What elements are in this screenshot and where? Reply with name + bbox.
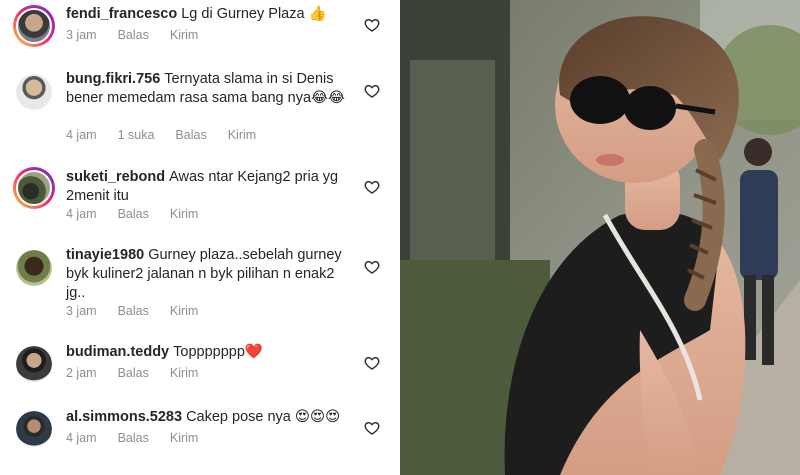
send-button[interactable]: Kirim	[170, 431, 198, 445]
comment-time: 3 jam	[66, 304, 97, 318]
comment-text: bung.fikri.756 Ternyata slama in si Denis…	[66, 70, 356, 108]
comment-text: al.simmons.5283 Cakep pose nya 😍😍😍	[66, 408, 356, 427]
comment-time: 2 jam	[66, 366, 97, 380]
avatar[interactable]	[16, 411, 52, 447]
like-heart-icon[interactable]	[364, 259, 380, 275]
avatar[interactable]	[16, 250, 52, 286]
reply-button[interactable]: Balas	[175, 128, 206, 142]
avatar[interactable]	[13, 5, 55, 47]
comment-text: fendi_francesco Lg di Gurney Plaza 👍	[66, 5, 356, 24]
reply-button[interactable]: Balas	[118, 28, 149, 42]
avatar[interactable]	[16, 74, 52, 110]
comment-meta: 2 jam Balas Kirim	[66, 366, 219, 380]
comment-body: Toppppppp❤️	[173, 344, 263, 360]
comments-panel: fendi_francesco Lg di Gurney Plaza 👍 3 ja…	[0, 0, 400, 475]
comment-meta: 3 jam Balas Kirim	[66, 304, 219, 318]
comment-meta: 4 jam 1 suka Balas Kirim	[66, 128, 277, 142]
comment-text: suketi_rebond Awas ntar Kejang2 pria yg 2…	[66, 168, 356, 206]
comment-body: Cakep pose nya 😍😍😍	[186, 409, 341, 425]
reply-button[interactable]: Balas	[118, 366, 149, 380]
send-button[interactable]: Kirim	[228, 128, 256, 142]
like-heart-icon[interactable]	[364, 355, 380, 371]
like-heart-icon[interactable]	[364, 179, 380, 195]
reply-button[interactable]: Balas	[118, 431, 149, 445]
send-button[interactable]: Kirim	[170, 28, 198, 42]
comment-meta: 3 jam Balas Kirim	[66, 28, 219, 42]
reply-button[interactable]: Balas	[118, 207, 149, 221]
comment-time: 4 jam	[66, 128, 97, 142]
comment-time: 4 jam	[66, 207, 97, 221]
comment-username[interactable]: fendi_francesco	[66, 6, 177, 22]
send-button[interactable]: Kirim	[170, 366, 198, 380]
send-button[interactable]: Kirim	[170, 207, 198, 221]
comment-username[interactable]: budiman.teddy	[66, 344, 169, 360]
comment-username[interactable]: suketi_rebond	[66, 169, 165, 185]
like-heart-icon[interactable]	[364, 83, 380, 99]
photo-illustration	[400, 0, 800, 475]
comment-meta: 4 jam Balas Kirim	[66, 207, 219, 221]
comment-time: 3 jam	[66, 28, 97, 42]
post-photo	[400, 0, 800, 475]
comment-username[interactable]: al.simmons.5283	[66, 409, 182, 425]
comment-username[interactable]: tinayie1980	[66, 247, 144, 263]
like-count[interactable]: 1 suka	[118, 128, 155, 142]
like-heart-icon[interactable]	[364, 17, 380, 33]
comment-text: budiman.teddy Toppppppp❤️	[66, 343, 356, 362]
send-button[interactable]: Kirim	[170, 304, 198, 318]
avatar[interactable]	[16, 346, 52, 382]
like-heart-icon[interactable]	[364, 420, 380, 436]
comment-text: tinayie1980 Gurney plaza..sebelah gurney …	[66, 246, 356, 303]
comment-meta: 4 jam Balas Kirim	[66, 431, 219, 445]
comment-time: 4 jam	[66, 431, 97, 445]
comment-body: Lg di Gurney Plaza 👍	[181, 6, 327, 22]
reply-button[interactable]: Balas	[118, 304, 149, 318]
avatar[interactable]	[13, 167, 55, 209]
comment-username[interactable]: bung.fikri.756	[66, 71, 160, 87]
